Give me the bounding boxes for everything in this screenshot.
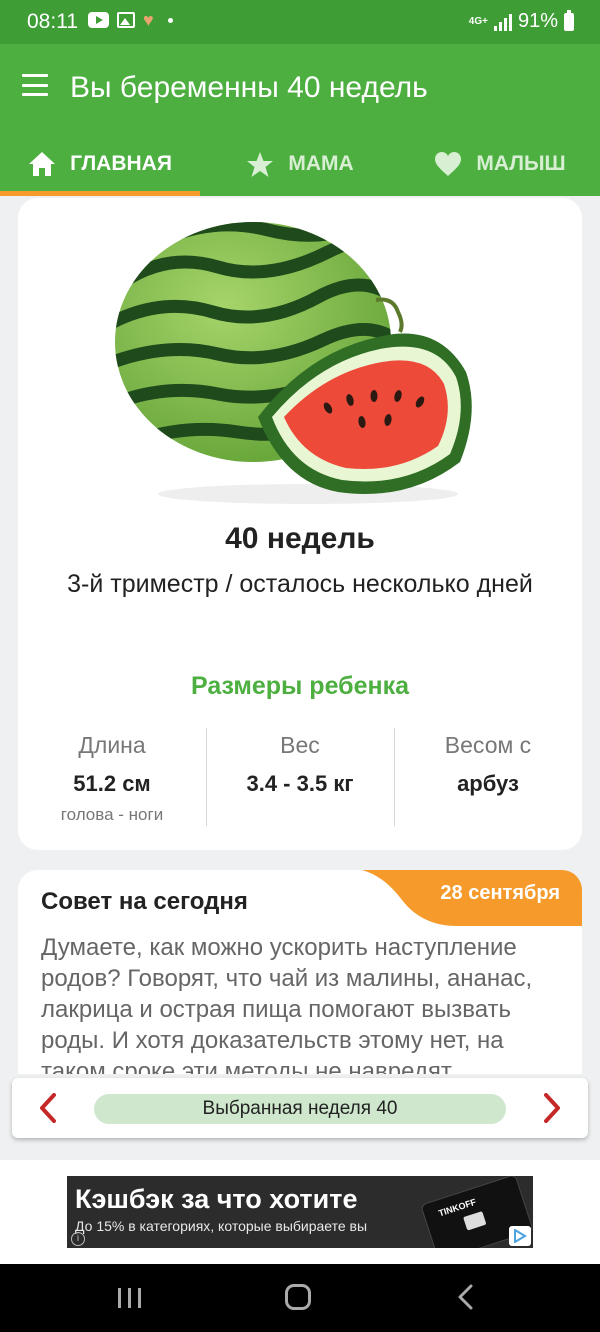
stat-value: арбуз [457, 771, 519, 796]
advice-text: Думаете, как можно ускорить наступление … [41, 934, 533, 1074]
stat-comparison: Весом с арбуз [394, 728, 582, 826]
home-button-icon[interactable] [285, 1284, 311, 1310]
recent-apps-icon[interactable] [118, 1288, 141, 1308]
advice-title: Совет на сегодня [41, 888, 248, 915]
hamburger-menu-icon[interactable] [22, 74, 48, 96]
youtube-icon [88, 12, 109, 28]
status-bar: 08:11 ♥ 4G+ 91% [0, 0, 600, 44]
ad-area: Кэшбэк за что хотите До 15% в категориях… [0, 1160, 600, 1264]
baby-stats: Длина 51.2 см голова - ноги Вес 3.4 - 3.… [18, 728, 582, 826]
tab-mama[interactable]: МАМА [200, 132, 400, 196]
heart-icon [434, 150, 462, 178]
previous-week-button[interactable] [30, 1090, 66, 1126]
adchoices-icon[interactable] [509, 1226, 531, 1246]
app-bar: Вы беременны 40 недель [0, 44, 600, 132]
advice-date: 28 сентября [440, 882, 560, 904]
ad-info-icon[interactable]: i [71, 1232, 85, 1246]
stat-label: Вес [280, 732, 320, 758]
stat-value: 3.4 - 3.5 кг [246, 771, 354, 796]
battery-icon [564, 9, 574, 31]
ad-title: Кэшбэк за что хотите [75, 1184, 358, 1214]
stat-sub: голова - ноги [60, 805, 164, 824]
tab-label: ГЛАВНАЯ [70, 152, 172, 175]
tab-baby[interactable]: МАЛЫШ [400, 132, 600, 196]
star-icon [246, 150, 274, 178]
tab-bar: ГЛАВНАЯ МАМА МАЛЫШ [0, 132, 600, 196]
baby-sizes-heading: Размеры ребенка [190, 672, 410, 700]
chevron-right-icon [544, 1093, 560, 1123]
status-time: 08:11 [27, 10, 78, 33]
home-icon [28, 150, 56, 178]
selected-week-label[interactable]: Выбранная неделя 40 [94, 1094, 506, 1124]
chevron-left-icon [40, 1093, 56, 1123]
ad-subtitle: До 15% в категориях, которые выбираете в… [75, 1218, 368, 1234]
trimester-text: 3-й триместр / осталось несколько дней [67, 570, 533, 598]
notification-icons: ♥ [88, 10, 173, 30]
back-icon[interactable] [456, 1284, 476, 1315]
card-chip [463, 1211, 487, 1231]
week-card: 40 недель 3-й триместр / осталось нескол… [18, 198, 582, 850]
stat-weight: Вес 3.4 - 3.5 кг [206, 728, 394, 826]
stat-value: 51.2 см [73, 771, 151, 796]
signal-icon [493, 13, 512, 31]
tab-label: МАЛЫШ [476, 152, 566, 175]
ad-banner[interactable]: Кэшбэк за что хотите До 15% в категориях… [67, 1176, 533, 1248]
daily-advice-card[interactable]: 28 сентября Совет на сегодня Думаете, ка… [18, 870, 582, 1074]
tab-label: МАМА [288, 152, 354, 175]
stat-length: Длина 51.2 см голова - ноги [18, 728, 206, 826]
health-heart-icon: ♥ [143, 10, 154, 30]
network-type-icon: 4G+ [468, 15, 488, 27]
next-week-button[interactable] [534, 1090, 570, 1126]
more-notifications-icon [167, 17, 173, 23]
system-icons: 4G+ 91% [468, 9, 574, 33]
app-title: Вы беременны 40 недель [70, 71, 428, 104]
battery-percent: 91% [517, 10, 558, 32]
stat-label: Длина [78, 732, 146, 758]
tab-home[interactable]: ГЛАВНАЯ [0, 132, 200, 196]
system-nav-bar [0, 1264, 600, 1332]
watermelon-image [115, 222, 472, 504]
week-selector: Выбранная неделя 40 [12, 1078, 588, 1138]
stat-label: Весом с [444, 732, 532, 758]
gallery-icon [117, 12, 135, 28]
weeks-title: 40 недель [225, 522, 375, 555]
